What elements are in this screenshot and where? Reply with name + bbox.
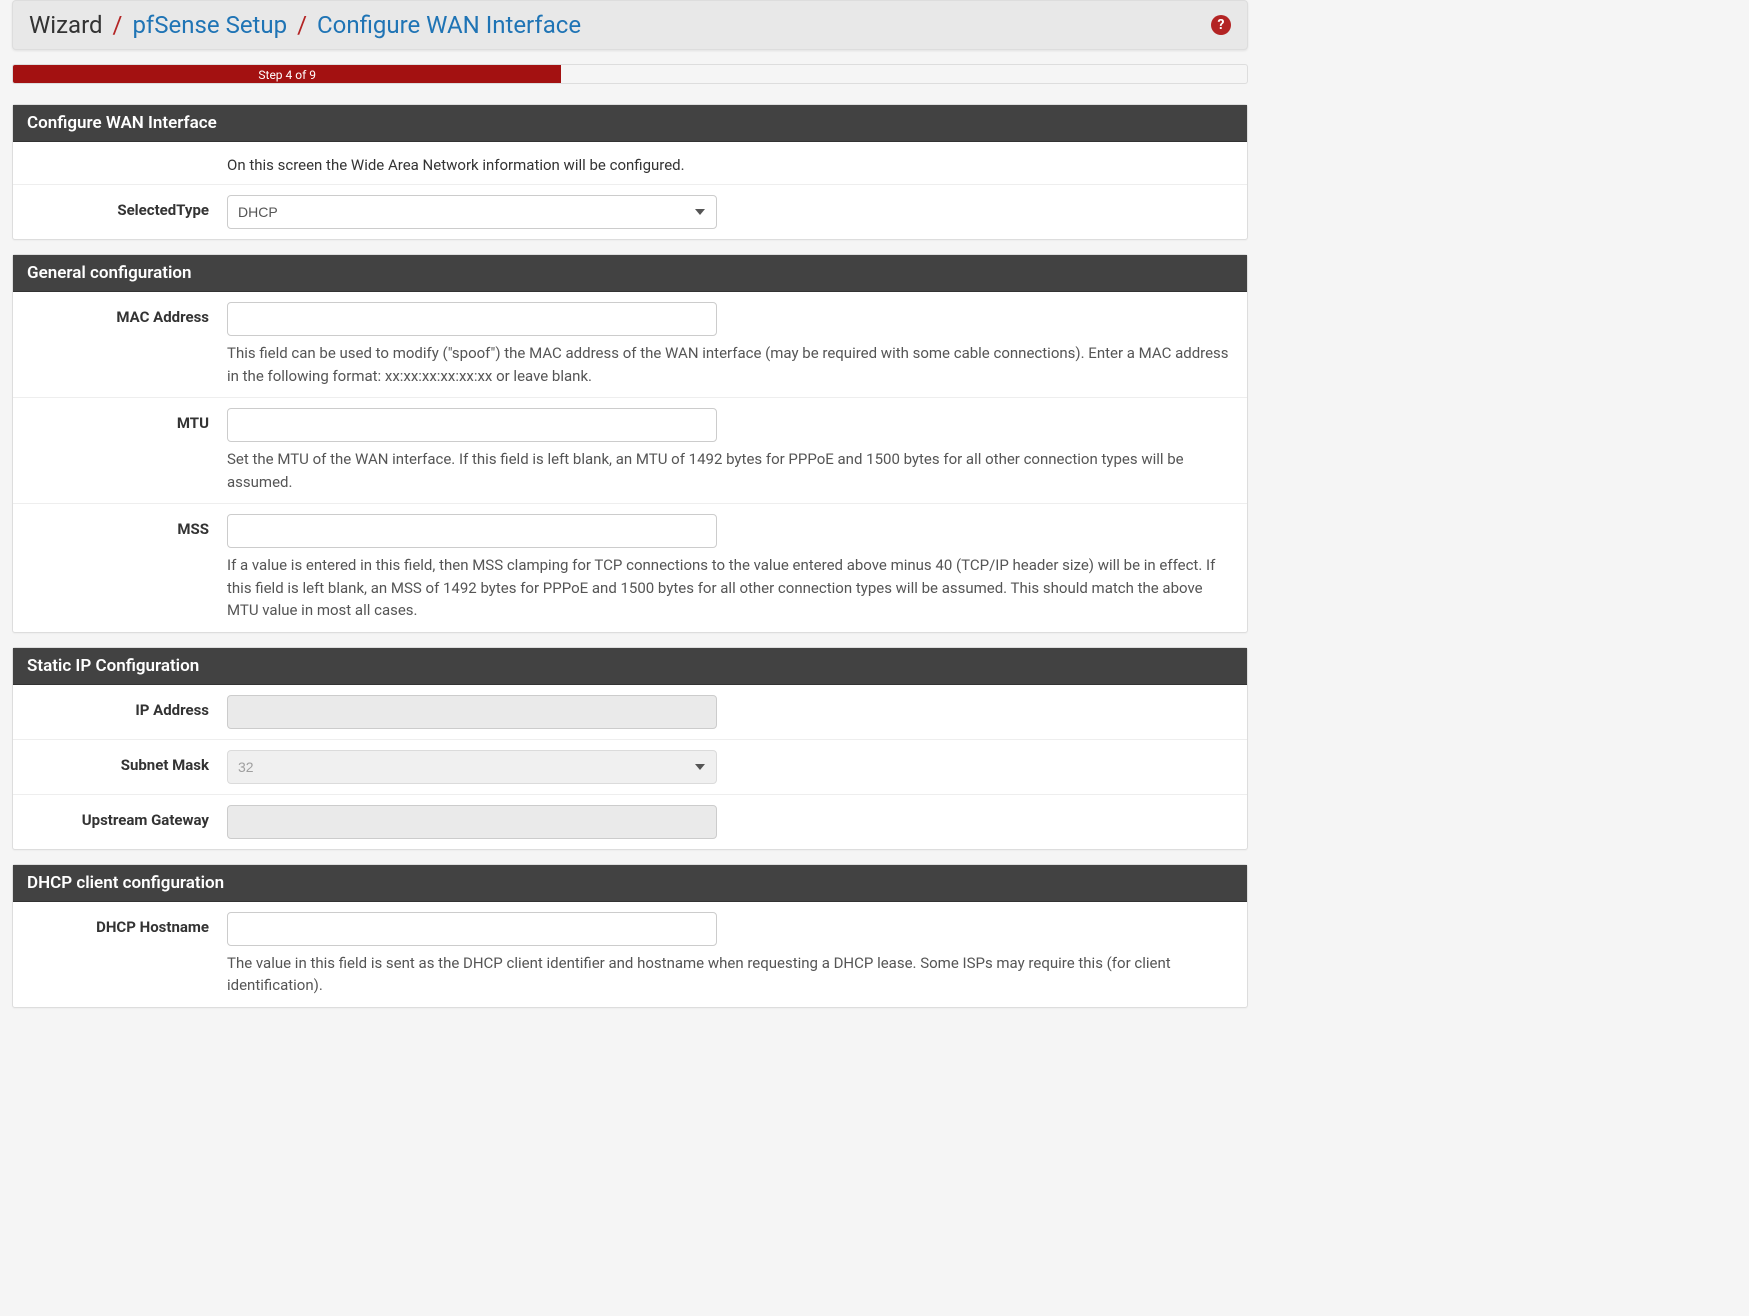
wizard-progress: Step 4 of 9 (12, 64, 1248, 84)
mac-help: This field can be used to modify ("spoof… (227, 342, 1233, 387)
mtu-input[interactable] (227, 408, 717, 442)
wizard-progress-bar: Step 4 of 9 (13, 65, 561, 83)
help-icon[interactable]: ? (1211, 15, 1231, 35)
panel-static-ip: Static IP Configuration IP Address Subne… (12, 647, 1248, 850)
mtu-help: Set the MTU of the WAN interface. If thi… (227, 448, 1233, 493)
gateway-input (227, 805, 717, 839)
dhcp-hostname-input[interactable] (227, 912, 717, 946)
panel-wan-title: Configure WAN Interface (13, 105, 1247, 142)
mac-label: MAC Address (27, 302, 227, 326)
mss-help: If a value is entered in this field, the… (227, 554, 1233, 622)
dhcp-hostname-label: DHCP Hostname (27, 912, 227, 936)
subnet-select: 32 (227, 750, 717, 784)
mtu-label: MTU (27, 408, 227, 432)
breadcrumb-link-page[interactable]: Configure WAN Interface (317, 11, 581, 39)
empty-label (27, 152, 227, 158)
subnet-label: Subnet Mask (27, 750, 227, 774)
mss-label: MSS (27, 514, 227, 538)
panel-wan: Configure WAN Interface On this screen t… (12, 104, 1248, 240)
panel-dhcp: DHCP client configuration DHCP Hostname … (12, 864, 1248, 1008)
ip-label: IP Address (27, 695, 227, 719)
panel-dhcp-title: DHCP client configuration (13, 865, 1247, 902)
panel-static-ip-title: Static IP Configuration (13, 648, 1247, 685)
mss-input[interactable] (227, 514, 717, 548)
breadcrumb-root: Wizard (29, 11, 103, 39)
panel-general-title: General configuration (13, 255, 1247, 292)
breadcrumb: Wizard / pfSense Setup / Configure WAN I… (12, 0, 1248, 50)
gateway-label: Upstream Gateway (27, 805, 227, 829)
wan-intro-text: On this screen the Wide Area Network inf… (227, 152, 1233, 174)
selected-type-label: SelectedType (27, 195, 227, 219)
breadcrumb-sep-1: / (109, 11, 127, 39)
dhcp-hostname-help: The value in this field is sent as the D… (227, 952, 1233, 997)
breadcrumb-sep-2: / (293, 11, 311, 39)
mac-input[interactable] (227, 302, 717, 336)
ip-input (227, 695, 717, 729)
panel-general: General configuration MAC Address This f… (12, 254, 1248, 633)
selected-type-select[interactable]: DHCP (227, 195, 717, 229)
breadcrumb-link-setup[interactable]: pfSense Setup (132, 11, 287, 39)
